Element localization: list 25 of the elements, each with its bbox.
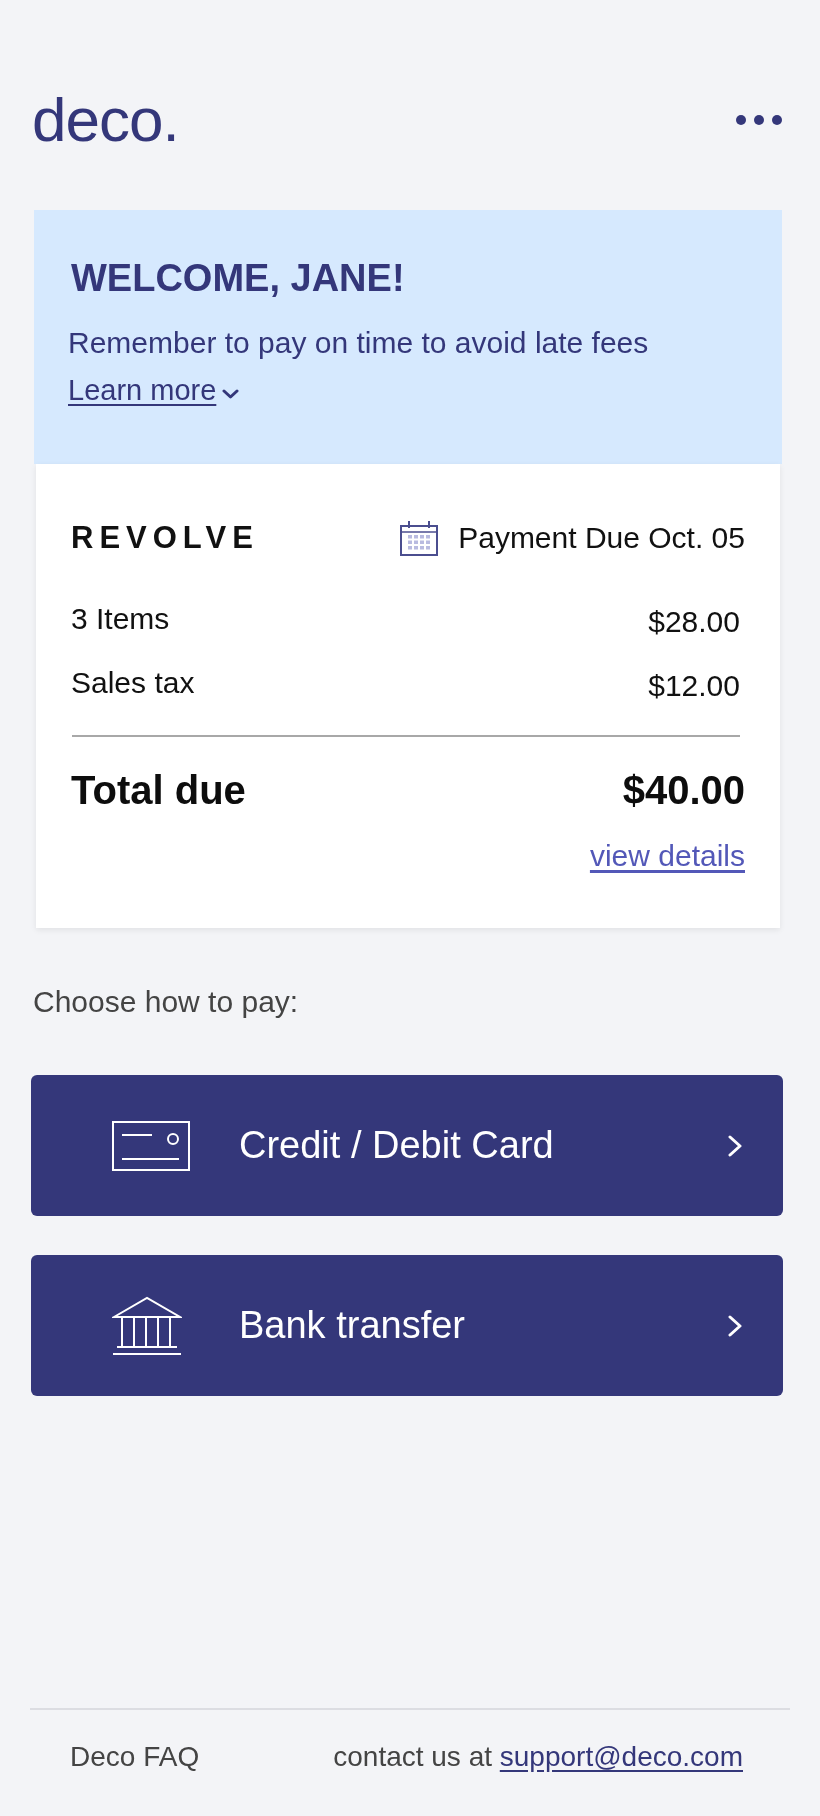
due-date-text: Payment Due Oct. 05 [458,521,745,555]
bank-icon [112,1295,182,1356]
chevron-right-icon [728,1314,742,1337]
email-link[interactable]: support@deco.com [499,1741,743,1772]
calendar-icon [400,520,439,556]
view-details-link[interactable]: view details [589,838,745,874]
reminder-text: Remember to pay on time to avoid late fees [68,325,649,361]
total-amount: $40.00 [622,767,745,813]
line-item-amount: $28.00 [648,605,740,639]
credit-card-icon [112,1120,190,1171]
payment-prompt: Choose how to pay: [33,984,300,1020]
line-item-amount: $12.00 [648,669,740,703]
line-item-label: 3 Items [71,602,170,636]
faq-link[interactable]: Deco FAQ [70,1739,200,1775]
learn-more-link[interactable]: Learn more [68,372,240,408]
line-item-label: Sales tax [71,666,195,700]
more-icon[interactable] [736,115,782,125]
merchant-logo: REVOLVE [71,520,259,556]
payment-option-button[interactable]: Credit / Debit Card [31,1075,783,1216]
contact-text: contact us at support@deco.com [333,1740,743,1774]
logo[interactable]: deco. [32,90,179,150]
welcome-title: WELCOME, JANE! [71,256,405,301]
total-label: Total due [71,767,246,813]
chevron-right-icon [728,1134,742,1157]
payment-option-button[interactable]: Bank transfer [31,1255,783,1396]
